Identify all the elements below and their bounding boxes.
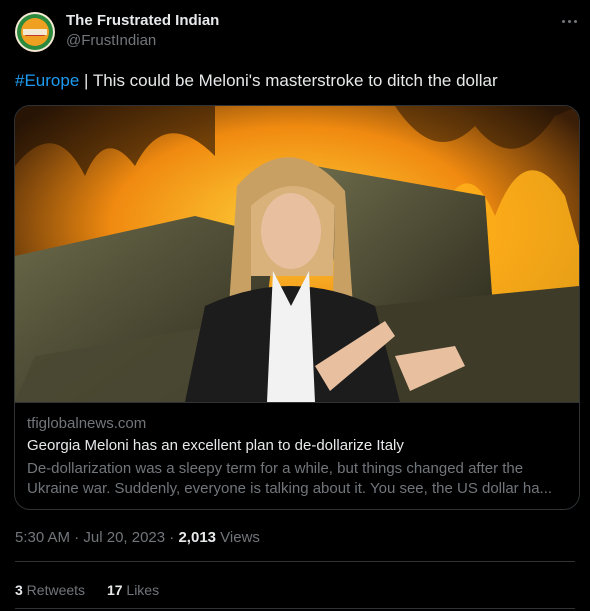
card-description: De-dollarization was a sleepy term for a… bbox=[27, 459, 565, 499]
retweets-stat[interactable]: 3 Retweets bbox=[15, 582, 85, 598]
author-name[interactable]: The Frustrated Indian bbox=[66, 12, 219, 29]
tweet-stats: 3 Retweets 17 Likes bbox=[15, 582, 177, 598]
retweets-count: 3 bbox=[15, 582, 23, 598]
divider bbox=[15, 561, 575, 562]
likes-label: Likes bbox=[122, 582, 160, 598]
likes-count: 17 bbox=[106, 582, 123, 598]
avatar[interactable] bbox=[15, 12, 55, 52]
tweet-date[interactable]: Jul 20, 2023 bbox=[83, 529, 165, 546]
card-description-line: De-dollarization was a sleepy term for a… bbox=[27, 460, 524, 477]
link-card[interactable]: tfiglobalnews.com Georgia Meloni has an … bbox=[14, 105, 580, 510]
retweets-label: Retweets bbox=[22, 582, 86, 598]
tweet-separator: | bbox=[79, 71, 93, 90]
card-title[interactable]: Georgia Meloni has an excellent plan to … bbox=[27, 437, 404, 454]
tweet-body: This could be Meloni's masterstroke to d… bbox=[92, 71, 498, 90]
tweet-time[interactable]: 5:30 AM bbox=[15, 529, 70, 546]
views-label: Views bbox=[216, 529, 260, 546]
card-image[interactable] bbox=[15, 106, 579, 402]
likes-stat[interactable]: 17 Likes bbox=[107, 582, 159, 598]
author-handle[interactable]: @FrustIndian bbox=[66, 32, 156, 49]
frustrated-indian-logo bbox=[15, 12, 55, 52]
card-body[interactable]: tfiglobalnews.com Georgia Meloni has an … bbox=[15, 402, 579, 509]
meta-dot: · bbox=[70, 529, 84, 546]
more-options-icon[interactable] bbox=[558, 12, 582, 32]
hashtag-link[interactable]: #Europe bbox=[15, 71, 79, 90]
card-description-line: Ukraine war. Suddenly, everyone is talki… bbox=[27, 480, 553, 497]
meta-dot: · bbox=[165, 529, 179, 546]
views-count: 2,013 bbox=[178, 529, 217, 546]
divider bbox=[15, 608, 575, 609]
card-domain: tfiglobalnews.com bbox=[27, 415, 147, 432]
tweet-text: #Europe | This could be Meloni's masters… bbox=[15, 71, 498, 91]
tweet-meta: 5:30 AM · Jul 20, 2023 · 2,013 Views bbox=[15, 529, 260, 546]
